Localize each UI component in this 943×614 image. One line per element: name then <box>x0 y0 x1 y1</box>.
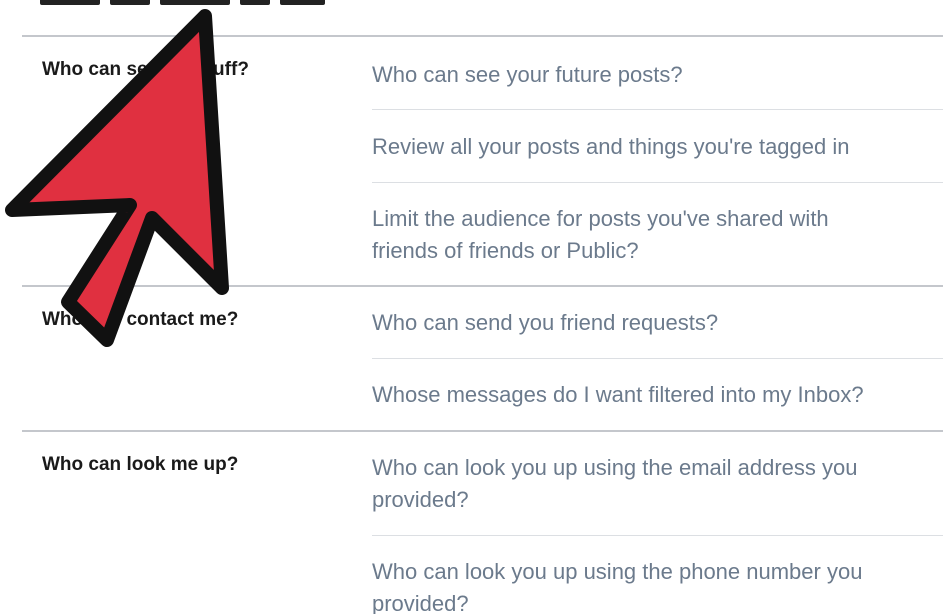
setting-text-line-1: Who can look you up using the email addr… <box>372 455 858 480</box>
setting-message-filtering[interactable]: Whose messages do I want filtered into m… <box>372 379 943 411</box>
setting-friend-requests[interactable]: Who can send you friend requests? <box>372 307 943 339</box>
setting-lookup-phone[interactable]: Who can look you up using the phone numb… <box>372 556 943 614</box>
setting-review-posts-tagged[interactable]: Review all your posts and things you're … <box>372 131 943 163</box>
setting-limit-past-posts[interactable]: Limit the audience for posts you've shar… <box>372 203 943 267</box>
section-title: Who can see my stuff? <box>42 59 249 80</box>
row-divider <box>372 109 943 110</box>
setting-text: Who can send you friend requests? <box>372 310 719 335</box>
row-divider <box>372 358 943 359</box>
setting-text: Who can see your future posts? <box>372 62 683 87</box>
setting-future-posts[interactable]: Who can see your future posts? <box>372 59 943 91</box>
row-divider <box>372 182 943 183</box>
setting-text-line-2: provided? <box>372 487 469 512</box>
setting-text-line-2: provided? <box>372 591 469 614</box>
setting-text-line-2: friends of friends or Public? <box>372 238 639 263</box>
row-divider <box>372 535 943 536</box>
section-contact-me: Who can contact me? Who can send you fri… <box>22 285 943 432</box>
section-title: Who can contact me? <box>42 309 239 330</box>
section-look-me-up: Who can look me up? Who can look you up … <box>22 430 943 614</box>
section-see-my-stuff: Who can see my stuff? Who can see your f… <box>22 35 943 287</box>
setting-text-line-1: Limit the audience for posts you've shar… <box>372 206 829 231</box>
privacy-settings-page: Who can see my stuff? Who can see your f… <box>0 0 943 614</box>
setting-lookup-email[interactable]: Who can look you up using the email addr… <box>372 452 943 516</box>
setting-text: Whose messages do I want filtered into m… <box>372 382 864 407</box>
section-title: Who can look me up? <box>42 454 239 475</box>
setting-text-line-1: Who can look you up using the phone numb… <box>372 559 863 584</box>
cropped-header-text <box>40 0 370 6</box>
setting-text: Review all your posts and things you're … <box>372 134 850 159</box>
